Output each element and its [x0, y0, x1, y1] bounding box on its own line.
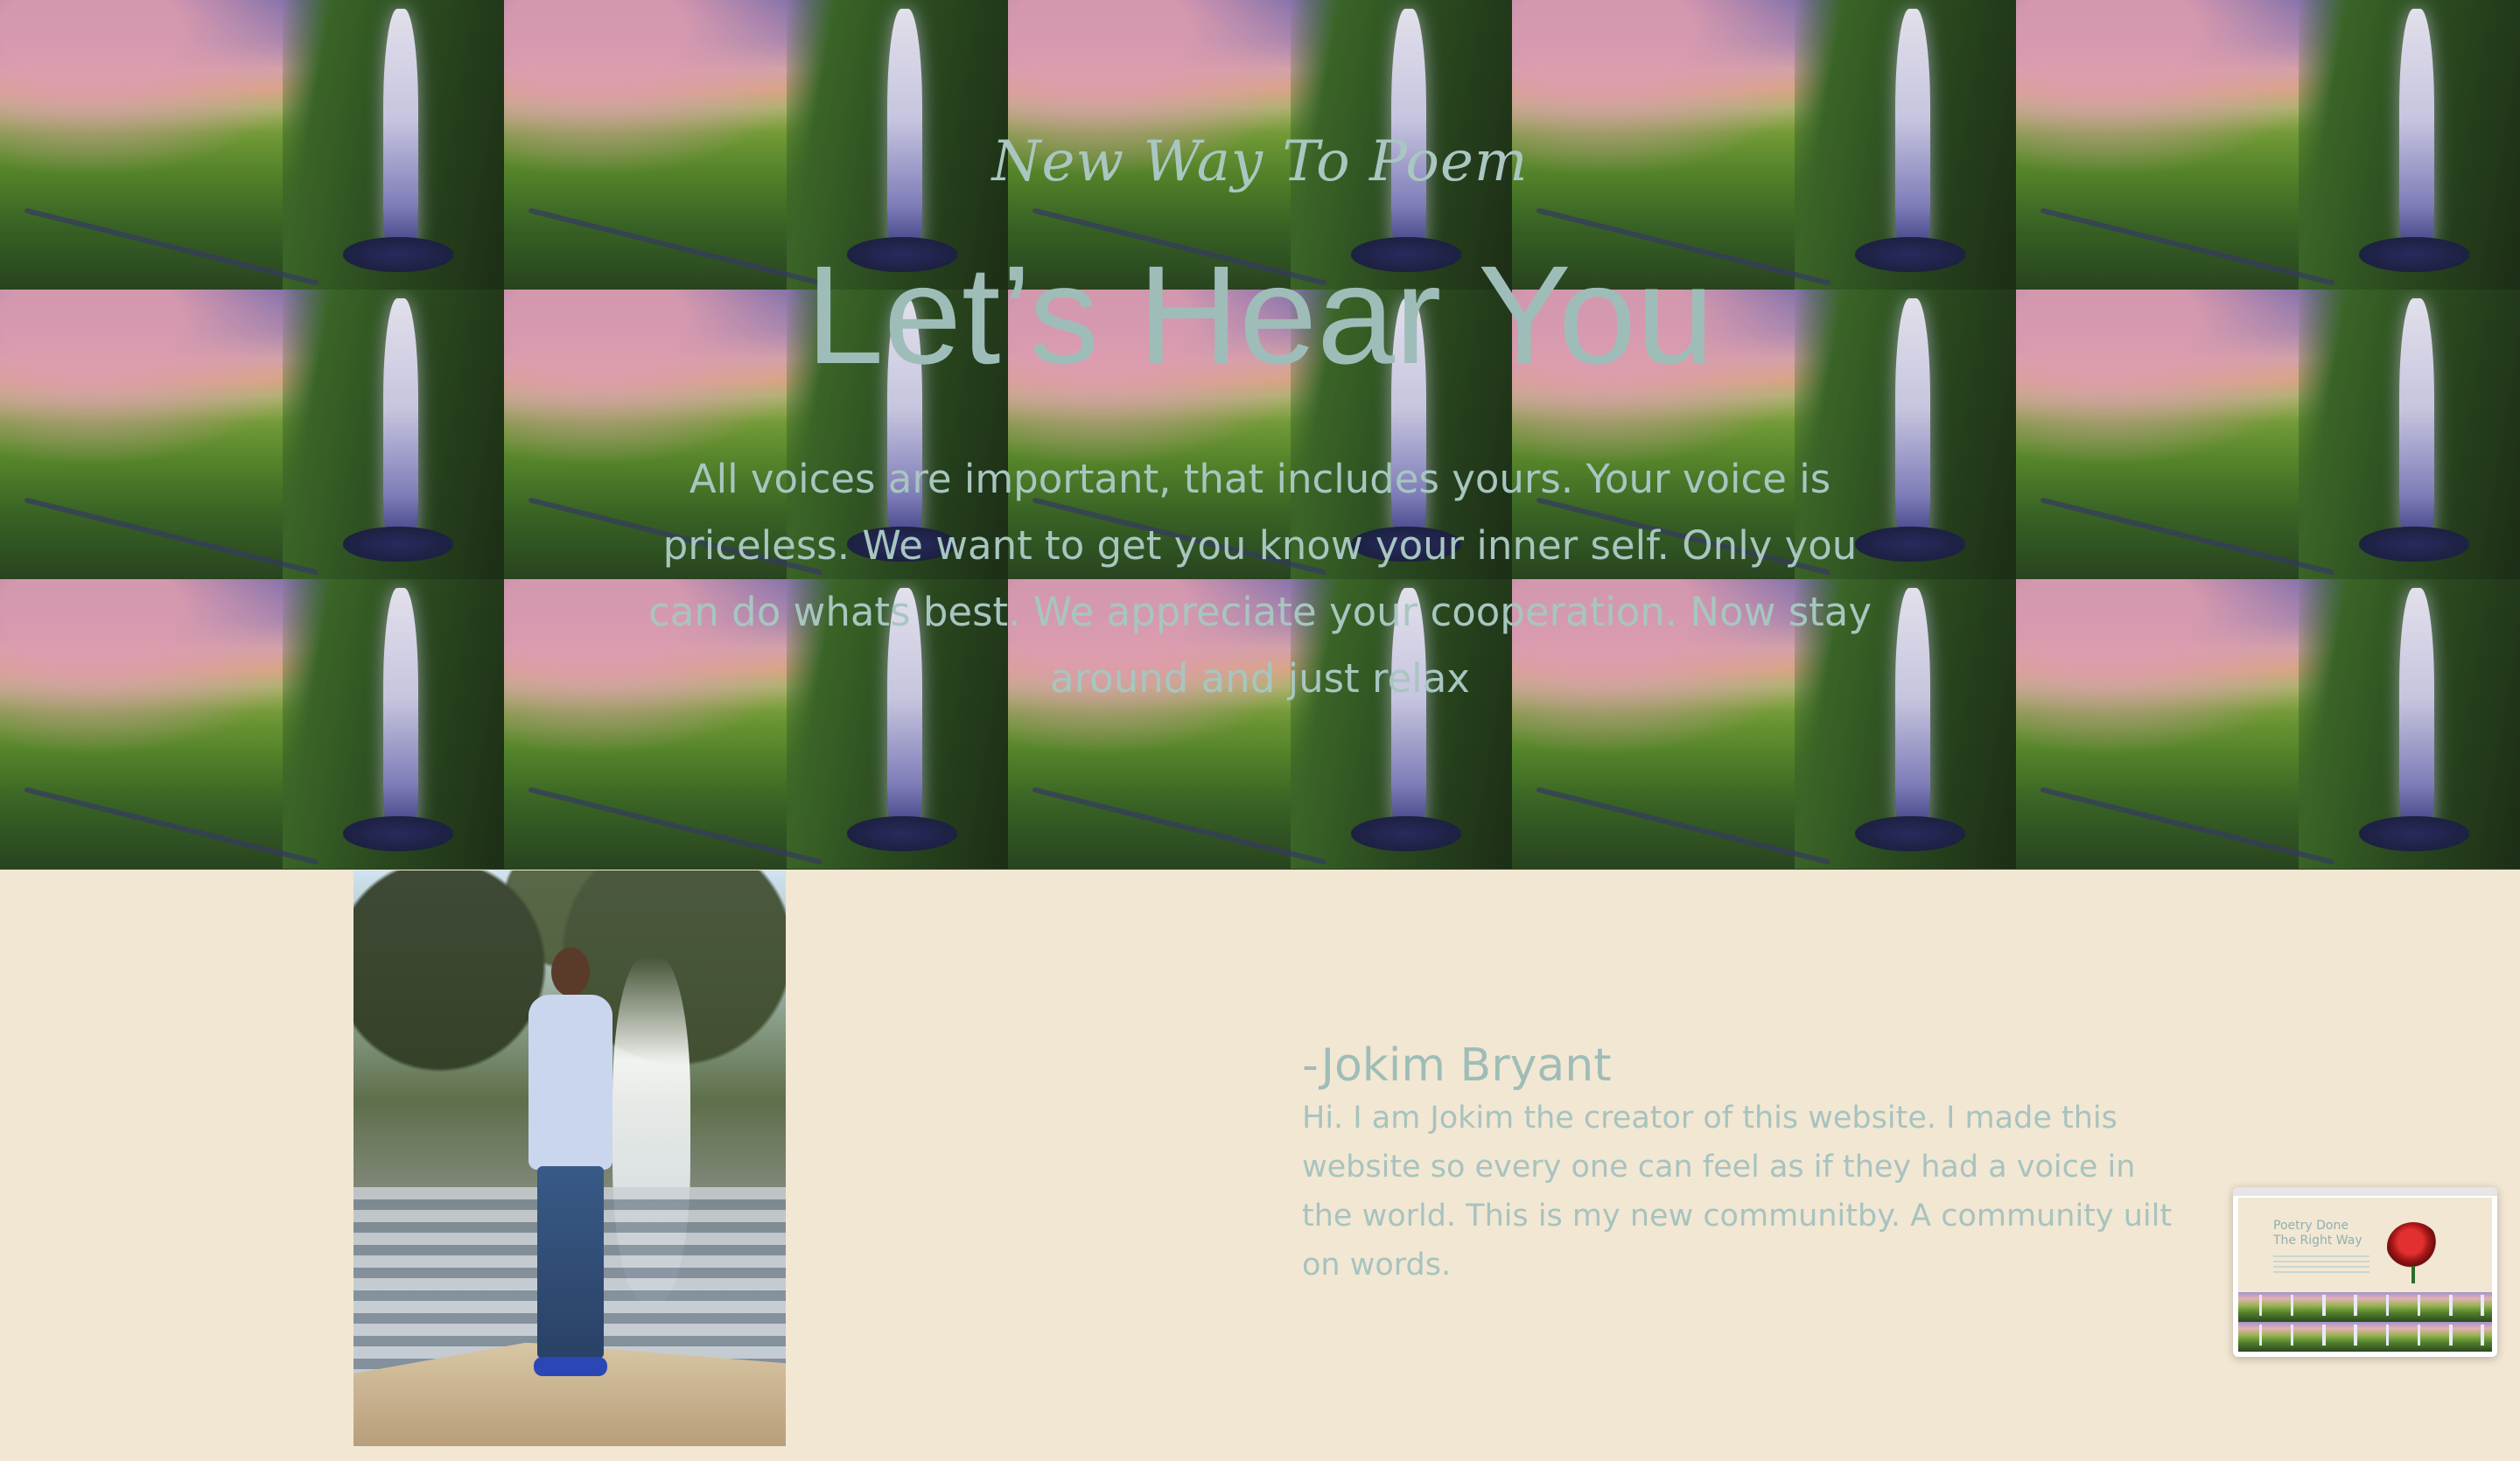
preview-content: Poetry Done The Right Way [2238, 1198, 2492, 1352]
preview-waterfall-grid [2238, 1292, 2492, 1352]
preview-titlebar [2233, 1187, 2497, 1196]
hero-content: New Way To Poem Let’s Hear You All voice… [0, 0, 2520, 870]
rose-stem [2412, 1266, 2415, 1283]
author-photo [354, 870, 786, 1446]
author-bio: Hi. I am Jokim the creator of this websi… [1302, 1101, 2173, 1283]
hero-lead: All voices are important, that includes … [648, 456, 1872, 702]
preview-title-line1: Poetry Done [2273, 1219, 2348, 1233]
rose-image [2387, 1222, 2440, 1271]
preview-title: Poetry Done The Right Way [2273, 1219, 2362, 1248]
preview-title-line2: The Right Way [2273, 1234, 2362, 1248]
screenshot-preview-thumbnail[interactable]: Poetry Done The Right Way [2233, 1187, 2497, 1357]
preview-text-lines [2273, 1255, 2370, 1273]
hero-kicker: New Way To Poem [991, 129, 1529, 194]
hero-section: New Way To Poem Let’s Hear You All voice… [0, 0, 2520, 870]
hero-headline: Let’s Hear You [806, 236, 1714, 393]
author-name: -Jokim Bryant [1302, 1039, 1612, 1092]
person-figure [518, 947, 623, 1385]
